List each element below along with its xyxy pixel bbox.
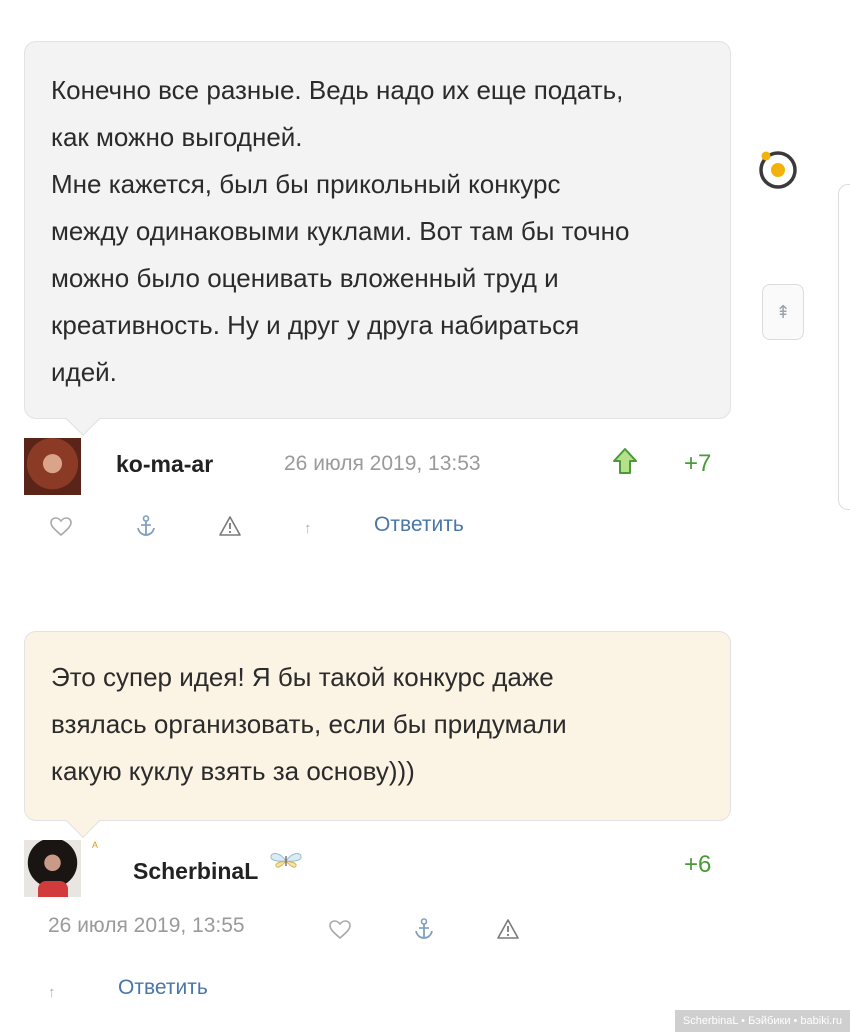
arrow-up-icon[interactable]: ↑	[48, 984, 56, 1001]
comment-score: +7	[684, 450, 712, 477]
side-panel	[838, 184, 850, 510]
comment-text-line: креативность. Ну и друг у друга набирать…	[51, 310, 580, 340]
heart-outline-icon[interactable]	[50, 517, 72, 537]
comment-text-line: Конечно все разные. Ведь надо их еще под…	[51, 75, 624, 105]
comment-bubble: Это супер идея! Я бы такой конкурс даже …	[24, 631, 731, 838]
comment-text-line: Это супер идея! Я бы такой конкурс даже	[51, 662, 554, 692]
comment-text-line: идей.	[51, 357, 117, 387]
comment-text-line: между одинаковыми куклами. Вот там бы то…	[51, 216, 630, 246]
comment-text-line: какую куклу взять за основу)))	[51, 756, 415, 786]
comment-text-line: можно было оценивать вложенный труд и	[51, 263, 559, 293]
bubble-tail	[66, 402, 100, 436]
anchor-icon[interactable]	[414, 918, 434, 940]
comment-author[interactable]: ko-ma-ar	[116, 451, 213, 478]
scroll-top-icon: ⇞	[775, 301, 791, 322]
comment-date[interactable]: 26 июля 2019, 13:53	[284, 452, 481, 476]
scroll-top-button[interactable]: ⇞	[762, 284, 804, 340]
warning-triangle-icon[interactable]	[496, 918, 520, 940]
reply-button[interactable]: Ответить	[118, 976, 208, 1000]
rank-icon: ᴬ	[92, 839, 98, 854]
comment-author[interactable]: ScherbinaL	[133, 858, 258, 885]
comment-text-line: взялась организовать, если бы придумали	[51, 709, 567, 739]
avatar[interactable]	[24, 438, 81, 495]
comment-bubble: Конечно все разные. Ведь надо их еще под…	[24, 41, 731, 436]
anchor-icon[interactable]	[136, 515, 156, 537]
heart-outline-icon[interactable]	[329, 920, 351, 940]
watermark: ScherbinaL • Бэйбики • babiki.ru	[674, 1010, 850, 1032]
butterfly-badge-icon	[270, 852, 302, 868]
comment-date[interactable]: 26 июля 2019, 13:55	[48, 914, 245, 938]
upvote-arrow-icon[interactable]	[612, 447, 638, 475]
warning-triangle-icon[interactable]	[218, 515, 242, 537]
comment-text-line: Мне кажется, был бы прикольный конкурс	[51, 169, 561, 199]
comment-score: +6	[684, 851, 712, 878]
loading-ring-icon[interactable]	[756, 148, 800, 192]
bubble-tail	[66, 804, 100, 838]
reply-button[interactable]: Ответить	[374, 513, 464, 537]
arrow-up-icon[interactable]: ↑	[304, 520, 312, 537]
avatar[interactable]	[24, 840, 81, 897]
comment-text-line: как можно выгодней.	[51, 122, 303, 152]
